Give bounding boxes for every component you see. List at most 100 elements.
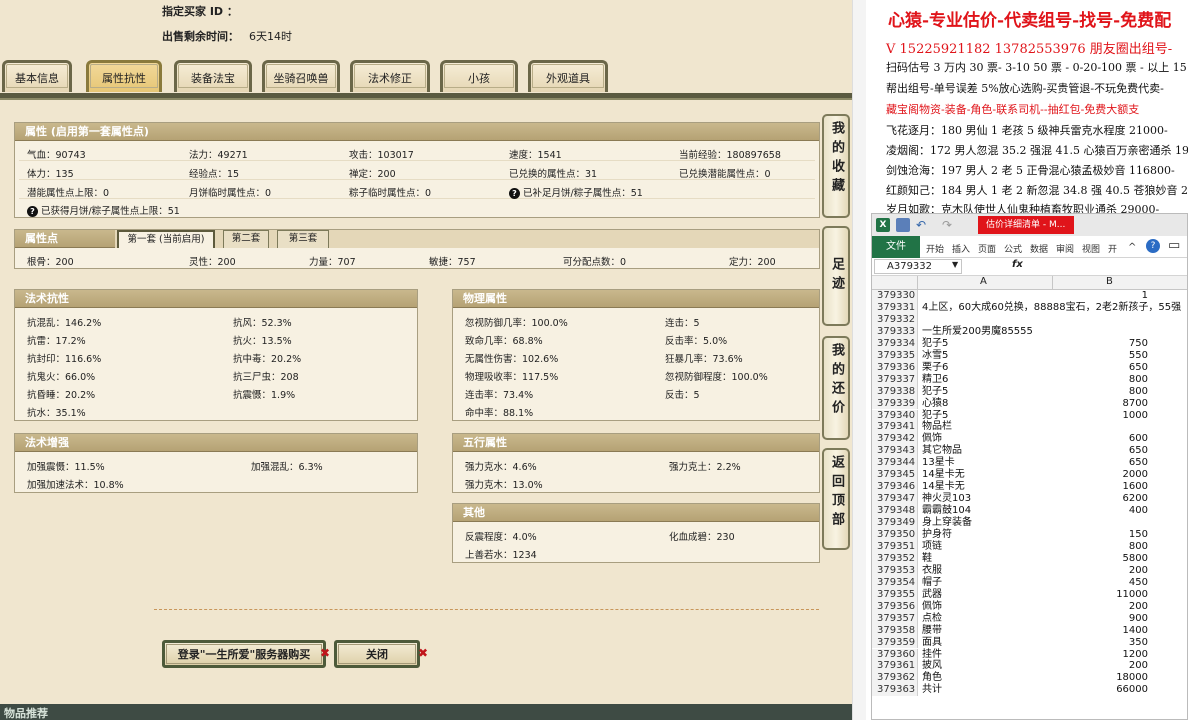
cell-b[interactable]: 550 [1054,350,1148,362]
cell-a[interactable]: 4上区，60大成60兑换，88888宝石，2老2新孩子，55强 [922,302,1181,314]
row-number[interactable]: 379361 [872,660,918,673]
collapse-icon[interactable]: ^ [1128,242,1136,253]
cell-a[interactable]: 衣服 [922,565,942,577]
sheet-row[interactable]: 379334 犯子5 750 [872,337,1187,350]
sheet-row[interactable]: 379352 鞋 5800 [872,552,1187,565]
name-box-dropdown-icon[interactable]: ▼ [952,260,958,269]
row-number[interactable]: 379333 [872,325,918,338]
redo-icon[interactable]: ↷ [942,218,956,232]
row-number[interactable]: 379354 [872,576,918,589]
cell-a[interactable]: 物品栏 [922,421,952,433]
help-icon[interactable]: ? [509,188,520,199]
ribbon-tab[interactable]: 插入 [952,242,970,255]
sheet-row[interactable]: 379350 护身符 150 [872,529,1187,541]
row-number[interactable]: 379339 [872,397,918,410]
login-buy-button[interactable]: 登录"一生所爱"服务器购买 [162,640,326,668]
subtab-set-1[interactable]: 第一套 (当前启用) [117,230,215,248]
save-icon[interactable] [896,218,910,232]
row-number[interactable]: 379337 [872,373,918,386]
cell-a[interactable]: 霸霸鼓104 [922,505,971,517]
cell-b[interactable]: 650 [1054,362,1148,374]
my-offers-button[interactable]: 我的还价 [822,336,850,440]
row-number[interactable]: 379330 [872,290,918,302]
sheet-row[interactable]: 379345 14星卡无 2000 [872,469,1187,482]
row-number[interactable]: 379338 [872,385,918,398]
name-box[interactable]: A379332 [874,259,962,274]
row-number[interactable]: 379347 [872,493,918,506]
cell-b[interactable]: 600 [1054,433,1148,445]
cell-a[interactable]: 14星卡无 [922,469,965,481]
row-number[interactable]: 379343 [872,445,918,458]
cell-b[interactable]: 450 [1054,577,1148,589]
cell-b[interactable]: 66000 [1054,684,1148,696]
tab-attributes[interactable]: 属性抗性 [86,60,162,92]
tab-appearance[interactable]: 外观道具 [528,60,608,92]
sheet-row[interactable]: 379353 衣服 200 [872,564,1187,577]
ribbon-tab[interactable]: 开 [1108,242,1117,255]
sheet-row[interactable]: 379340 犯子5 1000 [872,409,1187,422]
cell-a[interactable]: 神火灵103 [922,493,971,505]
cell-a[interactable]: 一生所爱200男魔85555 [922,326,1033,338]
sheet-row[interactable]: 379362 角色 18000 [872,672,1187,685]
row-number[interactable]: 379341 [872,421,918,434]
cell-b[interactable]: 900 [1054,613,1148,625]
cell-a[interactable]: 腰带 [922,625,942,637]
sheet-row[interactable]: 379337 精卫6 800 [872,373,1187,386]
row-number[interactable]: 379332 [872,313,918,326]
row-number[interactable]: 379360 [872,648,918,661]
sheet-row[interactable]: 379346 14星卡无 1600 [872,481,1187,494]
cell-b[interactable]: 800 [1054,541,1148,553]
sheet-row[interactable]: 379331 4上区，60大成60兑换，88888宝石，2老2新孩子，55强 [872,301,1187,314]
cell-a[interactable]: 披风 [922,660,942,672]
column-b-header[interactable]: B [1106,276,1113,287]
ribbon-tab[interactable]: 数据 [1030,242,1048,255]
cell-b[interactable]: 1600 [1054,481,1148,493]
fx-icon[interactable]: fx [1012,259,1023,270]
row-number[interactable]: 379356 [872,600,918,613]
cell-a[interactable]: 身上穿装备 [922,517,972,529]
cell-b[interactable]: 400 [1054,505,1148,517]
cell-b[interactable]: 1 [1054,290,1148,302]
row-number[interactable]: 379349 [872,517,918,529]
close-button[interactable]: 关闭 [334,640,420,668]
cell-b[interactable]: 650 [1054,457,1148,469]
cell-b[interactable]: 350 [1054,637,1148,649]
row-number[interactable]: 379335 [872,349,918,362]
sheet-row[interactable]: 379339 心猿8 8700 [872,397,1187,410]
sheet-row[interactable]: 379356 佩饰 200 [872,600,1187,613]
cell-b[interactable]: 200 [1054,601,1148,613]
cell-a[interactable]: 角色 [922,672,942,684]
row-number[interactable]: 379352 [872,552,918,565]
help-icon[interactable]: ? [1146,239,1160,253]
ribbon-tab[interactable]: 开始 [926,242,944,255]
tab-equipment[interactable]: 装备法宝 [174,60,252,92]
cell-b[interactable]: 1400 [1054,625,1148,637]
cell-a[interactable]: 其它物品 [922,445,962,457]
cell-a[interactable]: 帽子 [922,577,942,589]
sheet-row[interactable]: 379330 1 [872,290,1187,302]
sheet-row[interactable]: 379343 其它物品 650 [872,445,1187,458]
sheet-row[interactable]: 379363 共计 66000 [872,684,1187,697]
select-all-corner[interactable] [872,276,918,290]
row-number[interactable]: 379345 [872,469,918,482]
row-number[interactable]: 379336 [872,361,918,374]
footprint-button[interactable]: 足迹 [822,226,850,326]
sheet-row[interactable]: 379355 武器 11000 [872,588,1187,601]
cell-a[interactable]: 佩饰 [922,433,942,445]
tab-basic-info[interactable]: 基本信息 [2,60,72,92]
sheet-row[interactable]: 379354 帽子 450 [872,576,1187,589]
row-number[interactable]: 379344 [872,457,918,470]
cell-a[interactable]: 心猿8 [922,398,948,410]
cell-a[interactable]: 面具 [922,637,942,649]
tab-children[interactable]: 小孩 [440,60,518,92]
sheet-row[interactable]: 379357 点检 900 [872,612,1187,625]
cell-a[interactable]: 冰雪5 [922,350,948,362]
cell-a[interactable]: 鞋 [922,553,932,565]
sheet-row[interactable]: 379351 项链 800 [872,540,1187,553]
row-number[interactable]: 379363 [872,684,918,697]
window-restore-icon[interactable]: ▭ [1168,238,1180,253]
sheet-row[interactable]: 379335 冰雪5 550 [872,349,1187,362]
cell-a[interactable]: 犯子5 [922,410,948,422]
row-number[interactable]: 379340 [872,409,918,422]
cell-a[interactable]: 佩饰 [922,601,942,613]
